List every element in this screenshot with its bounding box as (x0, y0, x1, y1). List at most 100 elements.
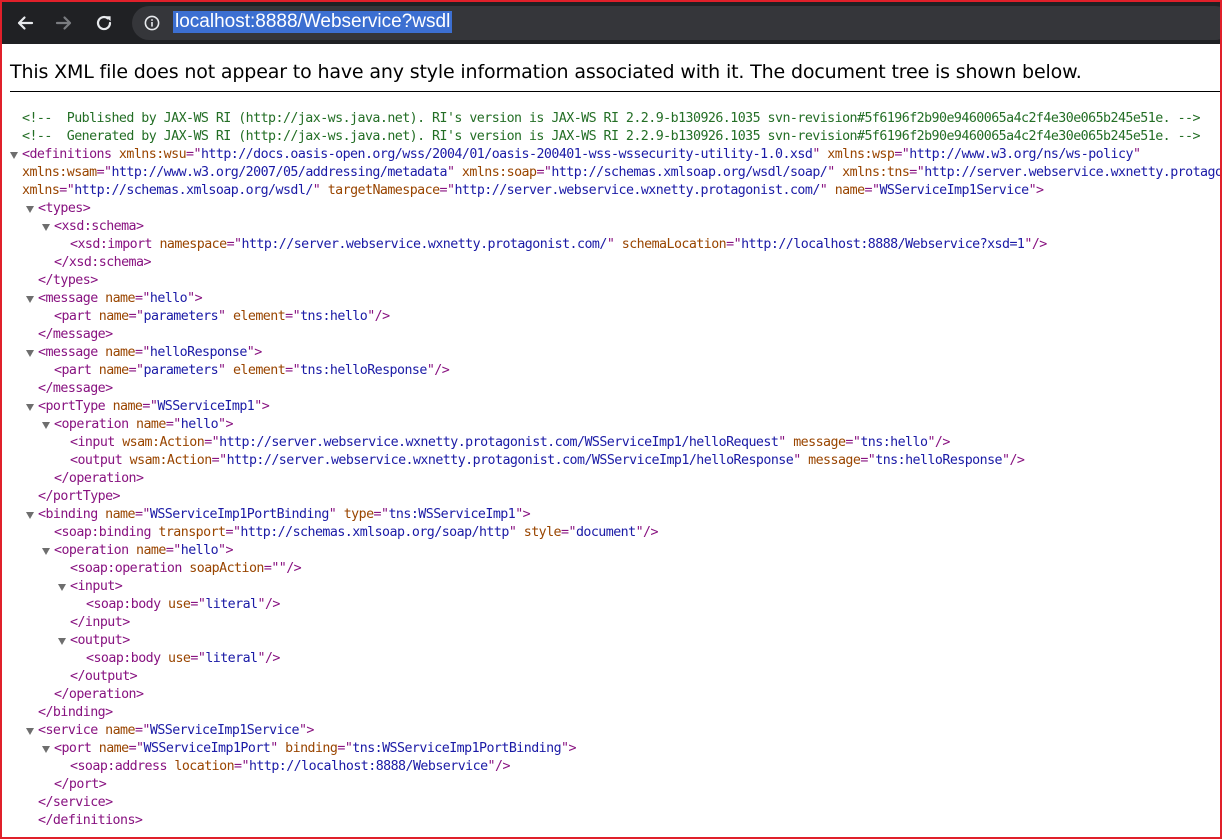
xml-tag: =" (860, 453, 876, 468)
xml-attribute-value: WSServiceImp1Port (143, 741, 271, 756)
xml-tag: "> (298, 723, 314, 738)
xml-line: <types> (26, 200, 91, 218)
collapse-toggle-icon[interactable] (26, 404, 34, 411)
collapse-toggle-icon[interactable] (42, 224, 50, 231)
xml-tag: =" (190, 597, 206, 612)
xml-tag: <xsd:import (70, 237, 153, 252)
xml-tag: <soap:address (70, 759, 167, 774)
collapse-toggle-icon[interactable] (42, 422, 50, 429)
xml-tag: =" (128, 363, 144, 378)
xml-tag: </portType> (38, 489, 121, 504)
collapse-toggle-icon[interactable] (10, 152, 18, 159)
xml-attribute-value: WSServiceImp1 (157, 399, 255, 414)
xml-tag: =" (134, 291, 150, 306)
xml-tag: =" (128, 309, 144, 324)
xml-attribute-value: http://www.w3.org/ns/ws-policy (909, 147, 1133, 162)
xml-tag: <soap:body (86, 597, 161, 612)
xml-attribute-name: xmlns:soap (454, 165, 537, 180)
xml-line: <soap:body use="literal"/> (86, 596, 280, 614)
url-text[interactable]: localhost:8888/Webservice?wsdl (173, 11, 453, 33)
xml-attribute-name: name (91, 741, 129, 756)
xml-attribute-name: binding (277, 741, 338, 756)
xml-line: <part name="parameters" element="tns:hel… (54, 308, 390, 326)
xml-attribute-name: name (97, 345, 135, 360)
xml-tag: =" (373, 507, 389, 522)
xml-attribute-value: WSServiceImp1Service (149, 723, 300, 738)
xml-line: <xsd:schema> (42, 218, 144, 236)
browser-toolbar: localhost:8888/Webservice?wsdl (2, 2, 1220, 44)
xml-line: <soap:binding transport="http://schemas.… (54, 524, 659, 542)
xml-tag: "/> (487, 759, 511, 774)
xml-attribute-value: hello (180, 417, 219, 432)
xml-attribute-value: tns:hello (300, 309, 368, 324)
xml-attribute-name: xmlns:wsam (22, 165, 97, 180)
xml-tag: "> (246, 345, 262, 360)
info-circle-icon[interactable] (144, 15, 160, 31)
xml-tag: <soap:binding (54, 525, 151, 540)
xml-line: <output wsam:Action="http://server.webse… (70, 452, 1025, 470)
xml-attribute-name: xmlns:tns (834, 165, 910, 180)
collapse-toggle-icon[interactable] (26, 728, 34, 735)
xml-attribute-value: http://www.w3.org/2007/05/addressing/met… (111, 165, 447, 180)
xml-line: </message> (38, 326, 113, 344)
xml-attribute-value: document (575, 525, 636, 540)
collapse-toggle-icon[interactable] (26, 350, 34, 357)
xml-line: </service> (38, 794, 113, 812)
reload-button[interactable] (90, 9, 118, 37)
xml-tag: "/> (257, 651, 281, 666)
xml-tag: " (793, 453, 801, 468)
xml-line: <input wsam:Action="http://server.webser… (70, 434, 950, 452)
collapse-toggle-icon[interactable] (42, 548, 50, 555)
collapse-toggle-icon[interactable] (58, 584, 66, 591)
xml-attribute-value: WSServiceImp1Service (879, 183, 1029, 198)
xml-tag: </operation> (54, 471, 144, 486)
xml-line: </operation> (54, 686, 144, 704)
xml-tag: =" (165, 543, 181, 558)
collapse-toggle-icon[interactable] (26, 296, 34, 303)
xml-attribute-value: hello (180, 543, 219, 558)
xml-tag: <definitions (22, 147, 112, 162)
xml-tag: =" (128, 741, 144, 756)
back-button[interactable] (11, 9, 39, 37)
xml-attribute-name: wsam:Action (122, 453, 213, 468)
xml-attribute-name: xmlns (22, 183, 60, 198)
xml-attribute-name: style (516, 525, 562, 540)
xml-tag: =" (439, 183, 455, 198)
xml-attribute-value: literal (205, 597, 258, 612)
xml-line: <portType name="WSServiceImp1"> (26, 398, 270, 416)
collapse-toggle-icon[interactable] (42, 746, 50, 753)
collapse-toggle-icon[interactable] (26, 206, 34, 213)
xml-tag: "/> (635, 525, 659, 540)
xml-line: </message> (38, 380, 113, 398)
forward-button[interactable] (50, 9, 78, 37)
xml-tag: "> (1028, 183, 1044, 198)
xml-attribute-value: http://docs.oasis-open.org/wss/2004/01/o… (200, 147, 813, 162)
xml-attribute-name: message (800, 453, 861, 468)
xml-tag: =" (864, 183, 880, 198)
xml-tag: =" (285, 363, 301, 378)
xml-line: </definitions> (38, 812, 143, 830)
xml-attribute-name: type (336, 507, 374, 522)
xml-tag: <input> (70, 579, 123, 594)
refresh-icon (96, 15, 112, 31)
arrow-left-icon (17, 16, 34, 30)
xml-tag: <binding (38, 507, 98, 522)
xml-attribute-name: schemaLocation (614, 237, 727, 252)
collapse-toggle-icon[interactable] (58, 638, 66, 645)
collapse-toggle-icon[interactable] (26, 512, 34, 519)
xml-attribute-value: http://schemas.xmlsoap.org/soap/http (240, 525, 509, 540)
xml-attribute-name: name (105, 399, 143, 414)
xml-line: <!-- Generated by JAX-WS RI (http://jax-… (22, 128, 1201, 146)
xml-tag: <part (54, 309, 92, 324)
xml-tag: <output> (70, 633, 130, 648)
xml-tag: =" (204, 435, 220, 450)
xml-tag: <types> (38, 201, 91, 216)
xml-attribute-name: use (160, 597, 191, 612)
xml-tag: <port (54, 741, 92, 756)
xml-tag: "> (254, 399, 270, 414)
xml-tag: <operation (54, 417, 129, 432)
xml-line: </binding> (38, 704, 113, 722)
xml-tag: =" (96, 165, 112, 180)
address-bar[interactable]: localhost:8888/Webservice?wsdl (132, 6, 1220, 40)
xml-tag: <operation (54, 543, 129, 558)
